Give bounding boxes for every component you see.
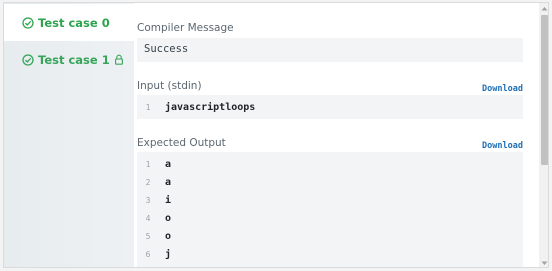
tab-label: Test case 1 [38, 52, 110, 67]
input-box: 1 javascriptloops [137, 95, 523, 119]
line-text: j [165, 248, 172, 260]
line-number: 6 [145, 249, 151, 259]
expected-output-label: Expected Output [137, 137, 226, 149]
line-number: 1 [145, 159, 151, 169]
check-circle-icon [22, 16, 34, 29]
code-line: 5 o [137, 227, 523, 245]
line-text: javascriptloops [165, 101, 256, 113]
line-number: 3 [145, 195, 151, 205]
scroll-down-arrow-icon[interactable] [539, 258, 548, 267]
expected-output-download-link[interactable]: Download [482, 141, 523, 151]
tab-label: Test case 0 [38, 15, 110, 30]
line-text: o [165, 212, 172, 224]
line-number: 1 [145, 102, 151, 112]
line-number: 5 [145, 231, 151, 241]
test-results-panel: Test case 0 Test case 1 Compiler Message… [3, 2, 549, 268]
input-download-link[interactable]: Download [482, 84, 523, 94]
input-label: Input (stdin) [137, 80, 202, 92]
tab-test-case-0[interactable]: Test case 0 [4, 4, 134, 41]
line-text: a [165, 176, 172, 188]
lock-icon [114, 54, 123, 65]
compiler-message-box: Success [137, 38, 523, 62]
test-case-details: Compiler Message Success Input (stdin) D… [134, 3, 538, 267]
code-line: 1 a [137, 155, 523, 173]
line-text: i [165, 194, 172, 206]
line-text: o [165, 230, 172, 242]
code-line: 2 a [137, 173, 523, 191]
code-line: 3 i [137, 191, 523, 209]
line-number: 4 [145, 213, 151, 223]
code-line: 4 o [137, 209, 523, 227]
compiler-message-label: Compiler Message [137, 22, 234, 34]
scrollbar-thumb[interactable] [541, 15, 548, 165]
scroll-up-arrow-icon[interactable] [539, 3, 548, 14]
vertical-scrollbar[interactable] [539, 3, 548, 267]
line-text: a [165, 158, 172, 170]
tab-test-case-1[interactable]: Test case 1 [4, 41, 134, 78]
check-circle-icon [22, 53, 34, 66]
test-case-tabs: Test case 0 Test case 1 [4, 3, 134, 267]
expected-output-box: 1 a 2 a 3 i 4 o 5 o 6 j [137, 152, 523, 267]
line-number: 2 [145, 177, 151, 187]
compiler-message-value: Success [144, 43, 189, 55]
code-line: 6 j [137, 245, 523, 263]
code-line: 1 javascriptloops [137, 98, 523, 116]
